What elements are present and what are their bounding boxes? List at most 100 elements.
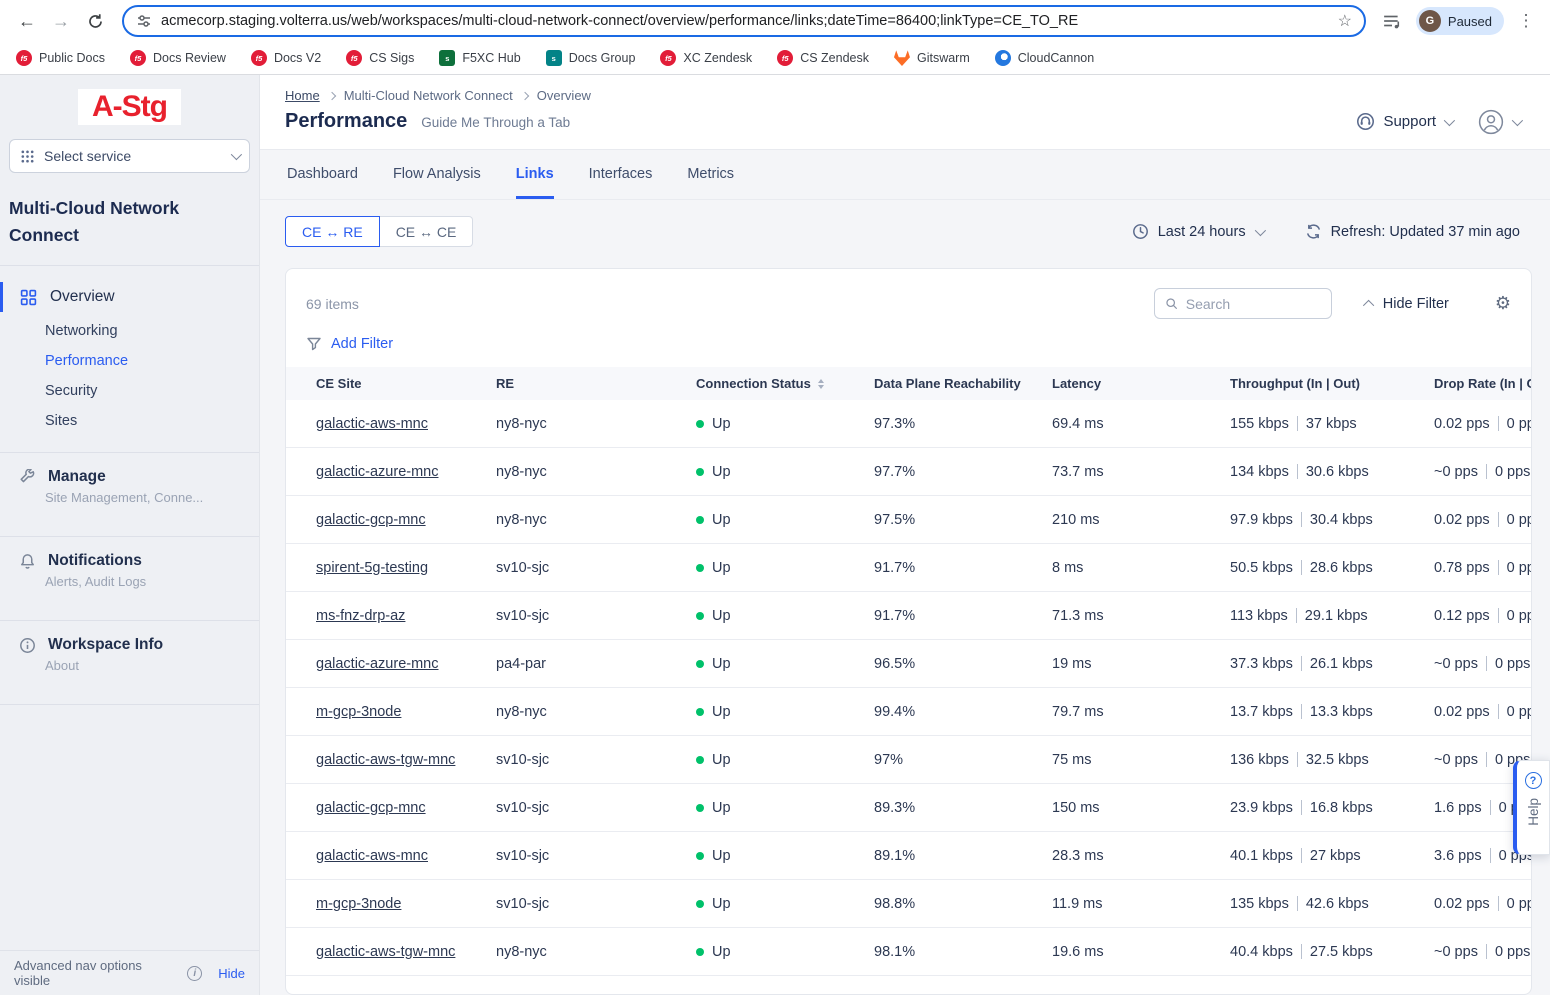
ce-site-link[interactable]: galactic-aws-mnc <box>316 848 428 864</box>
col-re[interactable]: RE <box>496 376 696 391</box>
site-settings-icon[interactable] <box>136 13 152 29</box>
tab-interfaces[interactable]: Interfaces <box>589 150 653 199</box>
user-menu[interactable] <box>1478 109 1520 135</box>
select-service-dropdown[interactable]: Select service <box>9 139 250 173</box>
table-row: galactic-aws-mnc sv10-sjc Up 89.1% 28.3 … <box>286 832 1531 880</box>
sidebar-item-notifications[interactable]: Notifications Alerts, Audit Logs <box>0 537 259 604</box>
ce-site-link[interactable]: galactic-gcp-mnc <box>316 512 426 528</box>
throughput-cell: 97.9 kbps 30.4 kbps <box>1230 512 1434 528</box>
tab-links[interactable]: Links <box>516 150 554 199</box>
hide-filter-button[interactable]: Hide Filter <box>1366 296 1449 312</box>
help-button[interactable]: ? Help <box>1513 760 1550 855</box>
browser-menu-icon[interactable]: ⋮ <box>1514 11 1538 31</box>
link-type-ce-re-button[interactable]: CE ↔ RE <box>285 216 380 247</box>
ce-site-link[interactable]: m-gcp-3node <box>316 896 401 912</box>
bookmark-favicon: f5 <box>660 50 676 66</box>
ce-site-link[interactable]: spirent-5g-testing <box>316 560 428 576</box>
sidebar: A-Stg Select service Multi-Cloud Network… <box>0 75 260 995</box>
col-connection-status[interactable]: Connection Status <box>696 376 874 391</box>
ce-site-link[interactable]: m-gcp-3node <box>316 704 401 720</box>
select-service-label: Select service <box>44 148 131 164</box>
drop-rate-in: ~0 pps <box>1434 656 1478 672</box>
divider <box>1301 944 1302 959</box>
tab-dashboard[interactable]: Dashboard <box>287 150 358 199</box>
grid-icon <box>20 289 37 306</box>
bookmark-item[interactable]: CloudCannon <box>995 50 1094 66</box>
bookmark-item[interactable]: f5 CS Zendesk <box>777 50 869 66</box>
tenant-logo[interactable]: A-Stg <box>78 89 181 125</box>
ce-site-link[interactable]: galactic-aws-mnc <box>316 416 428 432</box>
support-menu[interactable]: Support <box>1356 112 1452 131</box>
connection-status-cell: Up <box>696 512 874 528</box>
hide-advanced-nav-link[interactable]: Hide <box>218 966 245 981</box>
sidebar-item-overview[interactable]: Overview <box>0 278 259 316</box>
ce-site-link[interactable]: galactic-aws-tgw-mnc <box>316 944 455 960</box>
info-icon: i <box>187 966 202 981</box>
col-drop-rate[interactable]: Drop Rate (In | Out) <box>1434 376 1532 391</box>
reload-button[interactable] <box>80 6 110 36</box>
table-settings-gear-icon[interactable]: ⚙ <box>1495 293 1511 314</box>
sidebar-item-security[interactable]: Security <box>0 376 259 406</box>
re-cell: sv10-sjc <box>496 800 696 816</box>
breadcrumb-home[interactable]: Home <box>285 88 320 103</box>
ce-site-link[interactable]: galactic-azure-mnc <box>316 464 439 480</box>
bookmark-item[interactable]: s F5XC Hub <box>439 50 520 66</box>
ce-site-link[interactable]: galactic-gcp-mnc <box>316 800 426 816</box>
col-ce-site[interactable]: CE Site <box>316 376 496 391</box>
col-throughput[interactable]: Throughput (In | Out) <box>1230 376 1434 391</box>
latency-cell: 73.7 ms <box>1052 464 1230 480</box>
guide-me-link[interactable]: Guide Me Through a Tab <box>421 115 570 130</box>
throughput-cell: 50.5 kbps 28.6 kbps <box>1230 560 1434 576</box>
bookmark-item[interactable]: f5 CS Sigs <box>346 50 414 66</box>
breadcrumb-workspace[interactable]: Multi-Cloud Network Connect <box>344 88 513 103</box>
drop-rate-in: ~0 pps <box>1434 944 1478 960</box>
tab-flow-analysis[interactable]: Flow Analysis <box>393 150 481 199</box>
drop-rate-in: 1.6 pps <box>1434 800 1482 816</box>
sidebar-item-sites[interactable]: Sites <box>0 406 259 436</box>
divider <box>1297 416 1298 431</box>
search-input[interactable] <box>1186 296 1321 312</box>
tab-metrics[interactable]: Metrics <box>687 150 734 199</box>
bookmark-item[interactable]: f5 Docs V2 <box>251 50 321 66</box>
breadcrumb-overview[interactable]: Overview <box>537 88 591 103</box>
refresh-button[interactable]: Refresh: Updated 37 min ago <box>1305 223 1520 240</box>
link-type-ce-ce-button[interactable]: CE ↔ CE <box>380 216 474 247</box>
latency-cell: 210 ms <box>1052 512 1230 528</box>
profile-chip[interactable]: G Paused <box>1416 7 1504 35</box>
time-range-dropdown[interactable]: Last 24 hours <box>1132 223 1263 240</box>
side-panel-icon[interactable] <box>1378 7 1406 35</box>
url-bar[interactable]: acmecorp.staging.volterra.us/web/workspa… <box>122 5 1366 37</box>
page-header: Home Multi-Cloud Network Connect Overvie… <box>260 75 1550 150</box>
bookmark-item[interactable]: f5 XC Zendesk <box>660 50 752 66</box>
sidebar-item-performance[interactable]: Performance <box>0 346 259 376</box>
bookmark-item[interactable]: s Docs Group <box>546 50 636 66</box>
table-row: m-gcp-3node sv10-sjc Up 98.8% 11.9 ms 13… <box>286 880 1531 928</box>
status-label: Up <box>712 800 731 816</box>
forward-button[interactable]: → <box>46 6 76 36</box>
bookmark-item[interactable]: f5 Public Docs <box>16 50 105 66</box>
col-data-plane-reachability[interactable]: Data Plane Reachability <box>874 376 1052 391</box>
ce-site-link[interactable]: ms-fnz-drp-az <box>316 608 405 624</box>
bookmark-star-icon[interactable]: ☆ <box>1338 11 1352 31</box>
sidebar-item-label: Manage <box>48 468 106 486</box>
sort-icon[interactable] <box>818 379 824 389</box>
bookmark-item[interactable]: Gitswarm <box>894 50 970 66</box>
table-search[interactable] <box>1154 288 1332 319</box>
drop-rate-cell: 0.12 pps 0 pps <box>1434 608 1532 624</box>
sidebar-item-manage[interactable]: Manage Site Management, Conne... <box>0 453 259 520</box>
status-up-dot <box>696 420 704 428</box>
throughput-out: 42.6 kbps <box>1306 896 1369 912</box>
ce-site-link[interactable]: galactic-azure-mnc <box>316 656 439 672</box>
divider <box>1486 464 1487 479</box>
drop-rate-out: 0 pps <box>1507 560 1532 576</box>
back-button[interactable]: ← <box>12 6 42 36</box>
sidebar-item-networking[interactable]: Networking <box>0 316 259 346</box>
throughput-cell: 134 kbps 30.6 kbps <box>1230 464 1434 480</box>
add-filter-button[interactable]: Add Filter <box>286 319 1531 352</box>
tab-bar: Dashboard Flow Analysis Links Interfaces… <box>260 150 1550 200</box>
bookmark-item[interactable]: f5 Docs Review <box>130 50 226 66</box>
col-latency[interactable]: Latency <box>1052 376 1230 391</box>
bookmark-label: Gitswarm <box>917 51 970 65</box>
sidebar-item-workspace-info[interactable]: Workspace Info About <box>0 621 259 688</box>
ce-site-link[interactable]: galactic-aws-tgw-mnc <box>316 752 455 768</box>
